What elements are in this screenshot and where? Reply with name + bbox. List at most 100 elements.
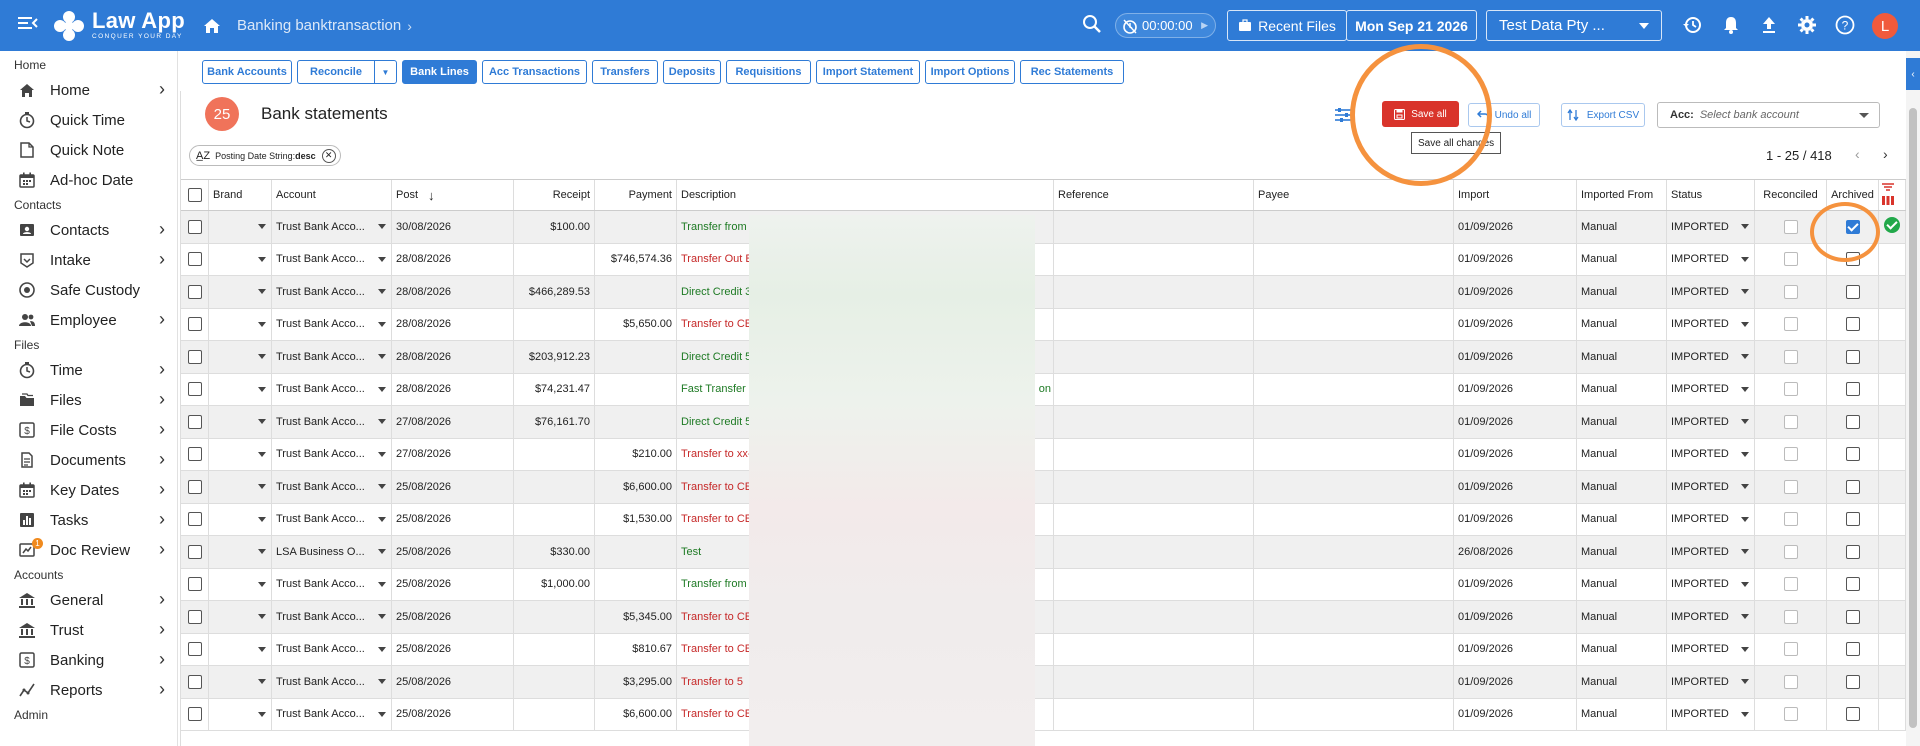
table-row[interactable]: Trust Bank Acco... 25/08/2026 $810.67 Trans…	[181, 633, 1906, 666]
breadcrumb[interactable]: Banking banktransaction	[237, 17, 401, 34]
archived-checkbox[interactable]	[1845, 447, 1860, 462]
chevron-down-icon[interactable]	[258, 256, 266, 262]
chevron-down-icon[interactable]	[1741, 516, 1749, 522]
chevron-down-icon[interactable]	[378, 386, 386, 392]
table-row[interactable]: Trust Bank Acco... 28/08/2026 $203,912.23 D…	[181, 341, 1906, 374]
table-row[interactable]: LSA Business O... 25/08/2026 $330.00 Test 26…	[181, 536, 1906, 569]
sidebar-item-file-costs[interactable]: $ File Costs ›	[0, 415, 177, 445]
recent-files-button[interactable]: Recent Files	[1227, 10, 1347, 41]
cell-brand[interactable]	[209, 666, 272, 698]
table-row[interactable]: Trust Bank Acco... 25/08/2026 $5,345.00 Tra…	[181, 601, 1906, 634]
column-header[interactable]: Receipt	[514, 180, 595, 210]
cell-brand[interactable]	[209, 471, 272, 503]
archived-checkbox[interactable]	[1845, 479, 1860, 494]
chevron-down-icon[interactable]	[1741, 354, 1749, 359]
play-icon[interactable]: ▶	[1201, 20, 1208, 31]
chevron-down-icon[interactable]	[378, 549, 386, 554]
sidebar-item-files[interactable]: Files ›	[0, 385, 177, 415]
cell-brand[interactable]	[209, 633, 272, 665]
archived-checkbox[interactable]	[1845, 414, 1860, 429]
chevron-down-icon[interactable]	[378, 419, 386, 424]
sort-down-icon[interactable]: ↓	[428, 188, 435, 203]
cell-account[interactable]: Trust Bank Acco...	[272, 503, 392, 535]
cell-status[interactable]: IMPORTED	[1667, 601, 1755, 633]
cell-brand[interactable]	[209, 308, 272, 340]
column-header[interactable]: Import	[1454, 180, 1577, 210]
cell-account[interactable]: Trust Bank Acco...	[272, 601, 392, 633]
table-row[interactable]: Trust Bank Acco... 28/08/2026 $5,650.00 Tra…	[181, 308, 1906, 341]
column-header[interactable]: Post ↓	[392, 180, 514, 210]
chevron-down-icon[interactable]	[258, 581, 266, 587]
chevron-down-icon[interactable]	[1741, 321, 1749, 327]
sidebar-item-banking[interactable]: $ Banking ›	[0, 645, 177, 675]
column-header[interactable]: Brand	[209, 180, 272, 210]
table-row[interactable]: Trust Bank Acco... 28/08/2026 $466,289.53 D…	[181, 276, 1906, 309]
table-row[interactable]: Trust Bank Acco... 27/08/2026 $210.00 Trans…	[181, 438, 1906, 471]
chevron-down-icon[interactable]	[258, 289, 266, 294]
archived-checkbox[interactable]	[1845, 544, 1860, 559]
chevron-down-icon[interactable]	[258, 516, 266, 522]
chevron-down-icon[interactable]	[258, 419, 266, 424]
column-filter-icon[interactable]	[1881, 181, 1895, 209]
archived-checkbox[interactable]	[1845, 512, 1860, 527]
chevron-down-icon[interactable]	[1741, 419, 1749, 424]
cell-brand[interactable]	[209, 438, 272, 470]
cell-account[interactable]: Trust Bank Acco...	[272, 373, 392, 405]
sort-chip[interactable]: A̲Z Posting Date String: desc ✕	[189, 145, 341, 166]
archived-checkbox[interactable]	[1845, 382, 1860, 397]
sidebar-item-quick-time[interactable]: Quick Time	[0, 105, 177, 135]
table-row[interactable]: Trust Bank Acco... 25/08/2026 $3,295.00 Tra…	[181, 666, 1906, 699]
chevron-down-icon[interactable]	[258, 354, 266, 359]
chevron-down-icon[interactable]	[1741, 256, 1749, 262]
row-checkbox[interactable]	[187, 479, 202, 494]
row-checkbox[interactable]	[187, 317, 202, 332]
sidebar-item-ad-hoc-date[interactable]: Ad-hoc Date	[0, 165, 177, 195]
chevron-down-icon[interactable]	[1741, 484, 1749, 489]
sidebar-item-intake[interactable]: Intake ›	[0, 245, 177, 275]
history-icon[interactable]	[1682, 15, 1702, 35]
chevron-down-icon[interactable]	[258, 451, 266, 457]
table-row[interactable]: Trust Bank Acco... 28/08/2026 $746,574.36 T…	[181, 243, 1906, 276]
chevron-down-icon[interactable]	[1741, 386, 1749, 392]
cell-check[interactable]	[181, 666, 209, 698]
tab-bank-lines[interactable]: Bank Lines	[402, 60, 477, 84]
cell-check[interactable]	[181, 503, 209, 535]
chevron-down-icon[interactable]	[378, 224, 386, 229]
scrollbar-thumb[interactable]	[1909, 108, 1917, 728]
row-checkbox[interactable]	[187, 447, 202, 462]
cell-status[interactable]: IMPORTED	[1667, 211, 1755, 243]
chevron-down-icon[interactable]	[378, 256, 386, 262]
archived-checkbox[interactable]	[1845, 284, 1860, 299]
chevron-down-icon[interactable]	[258, 646, 266, 652]
cell-check[interactable]	[181, 438, 209, 470]
column-header[interactable]: Reconciled	[1755, 180, 1827, 210]
sidebar-item-general[interactable]: General ›	[0, 585, 177, 615]
cell-status[interactable]: IMPORTED	[1667, 438, 1755, 470]
account-select[interactable]: Acc: Select bank account	[1657, 102, 1880, 128]
cell-account[interactable]: Trust Bank Acco...	[272, 406, 392, 438]
archived-checkbox[interactable]	[1845, 317, 1860, 332]
cell-status[interactable]: IMPORTED	[1667, 633, 1755, 665]
cell-check[interactable]	[181, 276, 209, 308]
tab-import-options[interactable]: Import Options	[925, 60, 1015, 84]
cell-check[interactable]	[181, 471, 209, 503]
row-checkbox[interactable]	[187, 219, 202, 234]
chevron-down-icon[interactable]	[1741, 549, 1749, 554]
cell-status[interactable]: IMPORTED	[1667, 568, 1755, 600]
sidebar-item-trust[interactable]: Trust ›	[0, 615, 177, 645]
home-icon[interactable]	[201, 15, 223, 37]
sidebar-item-tasks[interactable]: Tasks ›	[0, 505, 177, 535]
archived-checkbox[interactable]	[1845, 674, 1860, 689]
chevron-down-icon[interactable]	[1741, 711, 1749, 717]
checkbox[interactable]	[187, 188, 202, 202]
row-checkbox[interactable]	[187, 382, 202, 397]
cell-brand[interactable]	[209, 373, 272, 405]
sidebar-item-contacts[interactable]: Contacts ›	[0, 215, 177, 245]
sidebar-item-reports[interactable]: Reports ›	[0, 675, 177, 705]
menu-icon[interactable]	[18, 14, 46, 37]
bell-icon[interactable]	[1721, 15, 1741, 35]
table-row[interactable]: Trust Bank Acco... 30/08/2026 $100.00 Trans…	[181, 211, 1906, 244]
search-icon[interactable]	[1082, 14, 1104, 36]
cell-account[interactable]: Trust Bank Acco...	[272, 276, 392, 308]
chevron-down-icon[interactable]	[378, 484, 386, 489]
